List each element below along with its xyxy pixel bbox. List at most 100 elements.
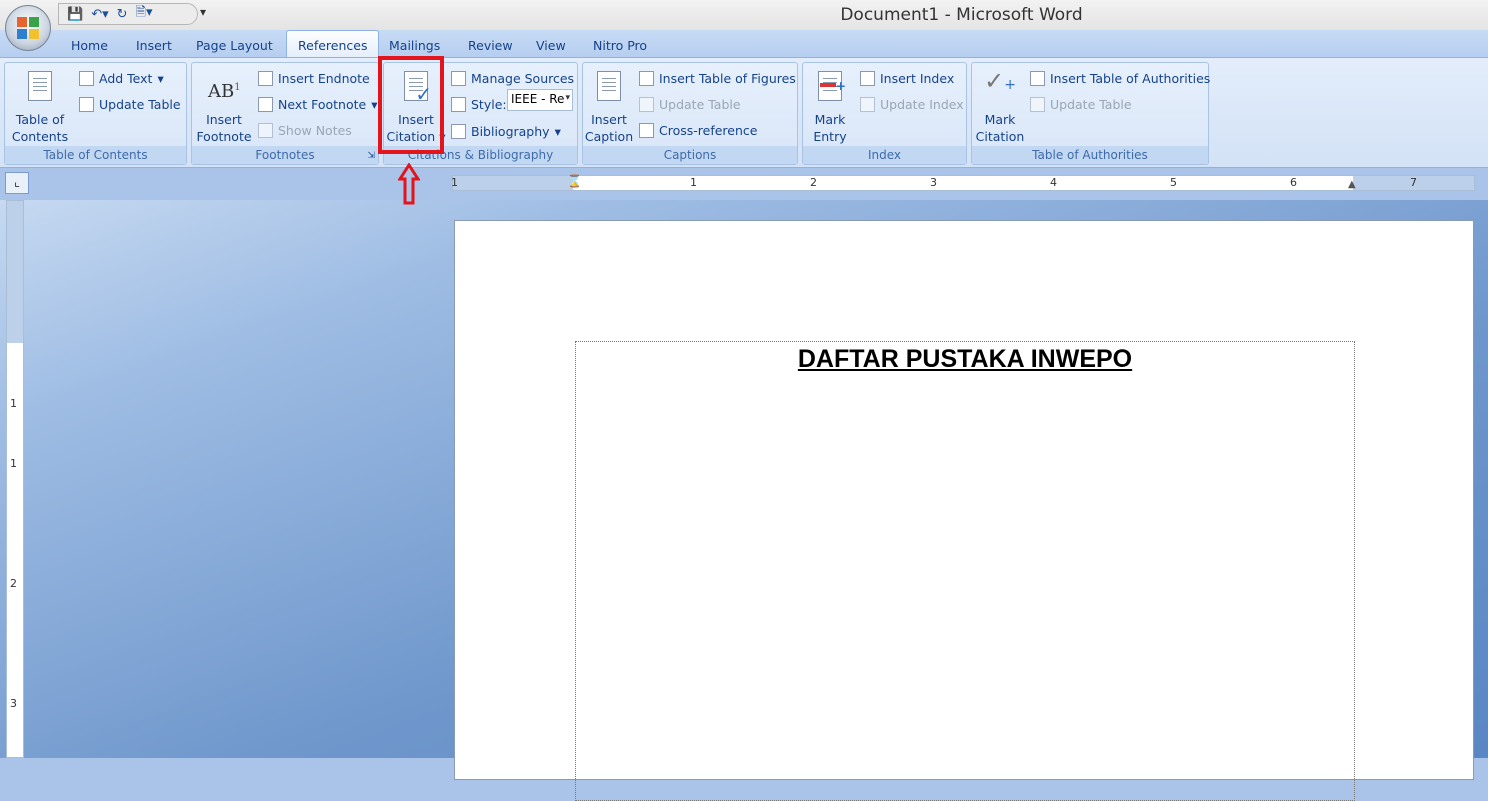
footnote-icon: AB1 bbox=[208, 81, 241, 102]
label: Style: bbox=[471, 97, 507, 112]
insert-footnote-button[interactable]: AB1 Insert Footnote bbox=[194, 69, 254, 145]
redo-icon[interactable]: ↻ bbox=[117, 7, 128, 22]
save-icon[interactable]: 💾 bbox=[67, 7, 83, 22]
label: Update Table bbox=[99, 97, 181, 112]
label: Mark bbox=[814, 112, 846, 127]
ruler-number: 6 bbox=[1290, 176, 1297, 189]
group-index: + Mark Entry Insert Index Update Index I… bbox=[802, 62, 967, 165]
label: Citation bbox=[975, 129, 1025, 144]
label: Mark bbox=[984, 112, 1016, 127]
update-table-button[interactable]: Update Table bbox=[639, 97, 741, 112]
document-page[interactable]: DAFTAR PUSTAKA INWEPO bbox=[454, 220, 1475, 801]
insert-caption-button[interactable]: Insert Caption bbox=[583, 69, 635, 145]
mark-entry-button[interactable]: + Mark Entry bbox=[805, 69, 855, 145]
show-notes-icon bbox=[258, 123, 273, 138]
cross-reference-icon bbox=[639, 123, 654, 138]
label: Footnote bbox=[196, 129, 252, 144]
update-table-icon bbox=[639, 97, 654, 112]
indent-marker-icon[interactable]: ⌛ bbox=[567, 174, 582, 188]
manage-sources-button[interactable]: Manage Sources bbox=[451, 71, 574, 86]
document-heading[interactable]: DAFTAR PUSTAKA INWEPO bbox=[455, 345, 1475, 374]
label: Contents bbox=[11, 129, 69, 144]
add-text-icon bbox=[79, 71, 94, 86]
label: Insert Index bbox=[880, 71, 955, 86]
insert-table-of-figures-button[interactable]: Insert Table of Figures bbox=[639, 71, 796, 86]
insert-endnote-button[interactable]: Insert Endnote bbox=[258, 71, 370, 86]
ruler-number: 7 bbox=[1410, 176, 1417, 189]
undo-icon[interactable]: ↶▾ bbox=[91, 7, 108, 22]
update-table-button[interactable]: Update Table bbox=[1030, 97, 1132, 112]
ruler-number: 2 bbox=[810, 176, 817, 189]
update-table-icon bbox=[79, 97, 94, 112]
text-boundary bbox=[575, 341, 1355, 801]
label: Caption bbox=[584, 129, 634, 144]
group-label: Table of Authorities bbox=[972, 146, 1208, 164]
label: Insert Table of Figures bbox=[659, 71, 796, 86]
group-table-of-authorities: ✓+ Mark Citation Insert Table of Authori… bbox=[971, 62, 1210, 165]
tab-mailings[interactable]: Mailings bbox=[389, 38, 440, 53]
update-index-button[interactable]: Update Index bbox=[860, 97, 964, 112]
tab-home[interactable]: Home bbox=[71, 38, 108, 53]
tab-view[interactable]: View bbox=[536, 38, 566, 53]
style-icon bbox=[451, 97, 466, 112]
ruler-number: 2 bbox=[10, 577, 17, 590]
tab-selector-button[interactable]: ⌞ bbox=[5, 172, 29, 194]
group-label: Footnotes bbox=[192, 146, 378, 164]
right-indent-marker-icon[interactable]: ▲ bbox=[1348, 179, 1356, 190]
ruler-number: 1 bbox=[10, 397, 17, 410]
chevron-down-icon: ▾ bbox=[565, 93, 570, 103]
table-of-contents-icon bbox=[24, 69, 56, 105]
group-footnotes: AB1 Insert Footnote Insert Endnote Next … bbox=[191, 62, 379, 165]
tab-review[interactable]: Review bbox=[468, 38, 513, 53]
bibliography-button[interactable]: Bibliography ▾ bbox=[451, 124, 561, 139]
title-bar: Document1 - Microsoft Word bbox=[0, 0, 1488, 30]
insert-index-button[interactable]: Insert Index bbox=[860, 71, 954, 86]
spelling-icon[interactable]: 🗎▾ bbox=[136, 3, 153, 25]
window-title: Document1 - Microsoft Word bbox=[840, 5, 1083, 25]
citation-style-select[interactable]: IEEE - Re ▾ bbox=[507, 89, 573, 111]
label: Insert bbox=[591, 112, 627, 127]
table-of-figures-icon bbox=[639, 71, 654, 86]
label: Update Table bbox=[1050, 97, 1132, 112]
annotation-arrow-up-icon bbox=[397, 162, 421, 208]
bibliography-icon bbox=[451, 124, 466, 139]
group-label: Index bbox=[803, 146, 966, 164]
label: Insert Endnote bbox=[278, 71, 370, 86]
show-notes-button[interactable]: Show Notes bbox=[258, 123, 352, 138]
update-table-button[interactable]: Update Table bbox=[79, 97, 181, 112]
tab-page-layout[interactable]: Page Layout bbox=[196, 38, 273, 53]
tab-references[interactable]: References bbox=[286, 30, 380, 59]
horizontal-ruler[interactable]: 1 1 2 3 4 5 6 7 ⌛ ▲ bbox=[451, 174, 1475, 191]
group-label: Captions bbox=[583, 146, 797, 164]
insert-table-of-authorities-button[interactable]: Insert Table of Authorities bbox=[1030, 71, 1210, 86]
table-of-authorities-icon bbox=[1030, 71, 1045, 86]
next-footnote-button[interactable]: Next Footnote ▾ bbox=[258, 97, 377, 112]
dialog-launcher-icon[interactable]: ⇲ bbox=[367, 151, 375, 161]
manage-sources-icon bbox=[451, 71, 466, 86]
label: Update Table bbox=[659, 97, 741, 112]
mark-citation-button[interactable]: ✓+ Mark Citation bbox=[974, 69, 1026, 145]
vertical-ruler[interactable]: 1 1 2 3 bbox=[6, 200, 24, 758]
label: Bibliography bbox=[471, 124, 550, 139]
label: Show Notes bbox=[278, 123, 352, 138]
annotation-highlight-box bbox=[378, 56, 444, 154]
label: Update Index bbox=[880, 97, 964, 112]
ruler-number: 3 bbox=[930, 176, 937, 189]
tab-nitro-pro[interactable]: Nitro Pro bbox=[593, 38, 647, 53]
ruler-number: 1 bbox=[451, 176, 458, 189]
label: Cross-reference bbox=[659, 123, 758, 138]
ruler-number: 1 bbox=[10, 457, 17, 470]
next-footnote-icon bbox=[258, 97, 273, 112]
style-value: IEEE - Re bbox=[511, 92, 565, 106]
add-text-button[interactable]: Add Text ▾ bbox=[79, 71, 164, 86]
endnote-icon bbox=[258, 71, 273, 86]
mark-entry-icon: + bbox=[814, 69, 846, 105]
ruler-number: 1 bbox=[690, 176, 697, 189]
customize-qat-icon[interactable]: ▾ bbox=[200, 5, 206, 19]
insert-caption-icon bbox=[593, 69, 625, 105]
cross-reference-button[interactable]: Cross-reference bbox=[639, 123, 757, 138]
office-button[interactable] bbox=[5, 5, 51, 51]
group-captions: Insert Caption Insert Table of Figures U… bbox=[582, 62, 798, 165]
tab-insert[interactable]: Insert bbox=[136, 38, 172, 53]
label: Insert bbox=[206, 112, 242, 127]
